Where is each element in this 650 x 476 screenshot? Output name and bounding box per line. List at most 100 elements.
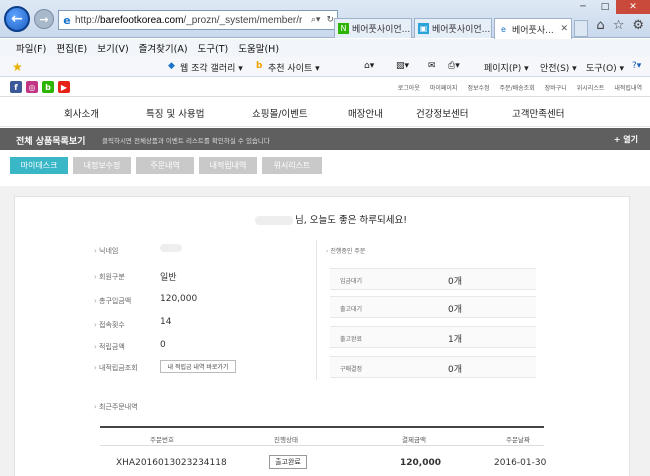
tab-orders[interactable]: 주문내역 bbox=[136, 157, 194, 174]
menu-edit[interactable]: 편집(E) bbox=[56, 41, 87, 55]
help-icon[interactable]: ?▾ bbox=[632, 61, 641, 71]
order-status-badge: 출고완료 bbox=[269, 455, 307, 469]
nav-stores[interactable]: 매장안내 bbox=[348, 106, 383, 120]
tab-points[interactable]: 내적립내역 bbox=[199, 157, 257, 174]
browser-tab-active[interactable]: e 베어풋사... ✕ bbox=[494, 18, 572, 39]
browser-tab[interactable]: ▣ 베어풋사이언... bbox=[414, 18, 492, 38]
blog-icon[interactable]: b bbox=[42, 81, 54, 93]
field-label-total-purchase: 총구입금액 bbox=[94, 296, 131, 306]
page-favicon-icon: ▣ bbox=[418, 23, 429, 34]
home-cmd-icon[interactable]: ⌂▾ bbox=[364, 61, 374, 71]
util-link-wishlist[interactable]: 위시리스트 bbox=[577, 83, 605, 92]
progress-label-shipped: 출고완료 bbox=[340, 336, 363, 343]
favorites-star-icon[interactable]: ☆ bbox=[613, 18, 625, 33]
points-history-button[interactable]: 내 적립금 내역 바로가기 bbox=[160, 360, 236, 373]
facebook-icon[interactable]: f bbox=[10, 81, 22, 93]
column-divider bbox=[316, 240, 317, 380]
nav-health[interactable]: 건강정보센터 bbox=[416, 106, 468, 120]
ie-logo-icon: e bbox=[63, 13, 71, 27]
progress-value-shipped: 1개 bbox=[448, 335, 463, 345]
field-value-total-purchase: 120,000 bbox=[160, 294, 198, 304]
product-list-bar[interactable]: 전체 상품목록보기 클릭하시면 전체상품과 이벤트 리스트를 확인하실 수 있습… bbox=[0, 128, 650, 150]
menu-bar: 파일(F) 편집(E) 보기(V) 즐겨찾기(A) 도구(T) 도움말(H) bbox=[0, 39, 650, 57]
progress-label-deposit-wait: 입금대기 bbox=[340, 278, 363, 285]
field-label-nickname: 닉네임 bbox=[94, 246, 118, 256]
tab-edit-info[interactable]: 내정보수정 bbox=[73, 157, 131, 174]
url-text[interactable]: http://barefootkorea.com/_prozn/_system/… bbox=[75, 15, 308, 26]
settings-gear-icon[interactable]: ⚙ bbox=[632, 18, 644, 33]
order-col-amount: 결제금액 bbox=[402, 436, 426, 444]
close-tab-icon[interactable]: ✕ bbox=[560, 24, 568, 34]
home-icon[interactable]: ⌂ bbox=[596, 18, 604, 33]
util-link-mypage[interactable]: 마이페이지 bbox=[430, 83, 458, 92]
address-bar[interactable]: e http://barefootkorea.com/_prozn/_syste… bbox=[58, 10, 338, 30]
menu-view[interactable]: 보기(V) bbox=[97, 41, 128, 55]
order-amount: 120,000 bbox=[400, 458, 441, 468]
utility-links: 로그아웃 마이페이지 정보수정 주문/배송조회 장바구니 위시리스트 내적립내역 bbox=[398, 83, 642, 92]
progress-value-deposit-wait: 0개 bbox=[448, 277, 463, 287]
bing-icon: b bbox=[256, 61, 263, 71]
menu-favorites[interactable]: 즐겨찾기(A) bbox=[139, 41, 188, 55]
product-bar-title: 전체 상품목록보기 bbox=[16, 137, 86, 147]
web-slice-icon: ◆ bbox=[168, 61, 175, 71]
tab-mydesk[interactable]: 마이데스크 bbox=[10, 157, 68, 174]
browser-tab[interactable]: N 베어풋사이언... bbox=[334, 18, 412, 38]
tools-menu[interactable]: 도구(O) ▾ bbox=[586, 61, 624, 74]
page-menu[interactable]: 페이지(P) ▾ bbox=[484, 61, 529, 74]
order-col-number: 주문번호 bbox=[150, 436, 174, 444]
progress-title: 진행중인 주문 bbox=[326, 246, 365, 255]
web-slice-gallery[interactable]: 웹 조각 갤러리 ▾ bbox=[180, 61, 243, 74]
print-icon[interactable]: ⎙▾ bbox=[448, 61, 460, 71]
command-bar: ★ ◆ 웹 조각 갤러리 ▾ b 추천 사이트 ▾ ⌂▾ ▧▾ ✉ ⎙▾ 페이지… bbox=[0, 57, 650, 77]
nav-features[interactable]: 특징 및 사용법 bbox=[146, 106, 204, 120]
menu-help[interactable]: 도움말(H) bbox=[238, 41, 279, 55]
forward-button[interactable]: → bbox=[34, 9, 54, 29]
search-icon[interactable]: ⌕▾ bbox=[308, 15, 324, 25]
util-link-order-lookup[interactable]: 주문/배송조회 bbox=[500, 83, 535, 92]
order-col-date: 주문날짜 bbox=[506, 436, 530, 444]
greeting: 님, 오늘도 좋은 하루되세요! bbox=[255, 212, 407, 226]
order-col-status: 진행상태 bbox=[274, 436, 298, 444]
favorites-add-icon[interactable]: ★ bbox=[12, 60, 23, 74]
mypage-tabs: 마이데스크 내정보수정 주문내역 내적립내역 위시리스트 bbox=[0, 150, 650, 186]
recent-orders-label: 최근주문내역 bbox=[94, 402, 138, 412]
safety-menu[interactable]: 안전(S) ▾ bbox=[540, 61, 577, 74]
window-controls: ─ □ ✕ bbox=[572, 0, 650, 14]
mail-icon[interactable]: ✉ bbox=[428, 61, 436, 71]
menu-file[interactable]: 파일(F) bbox=[16, 41, 46, 55]
progress-value-ship-wait: 0개 bbox=[448, 305, 463, 315]
back-button[interactable]: ← bbox=[4, 6, 30, 32]
field-label-points-lookup: 내적립금조회 bbox=[94, 363, 138, 373]
naver-favicon-icon: N bbox=[338, 23, 349, 34]
ie-favicon-icon: e bbox=[501, 24, 506, 34]
instagram-icon[interactable]: ◎ bbox=[26, 81, 38, 93]
order-date: 2016-01-30 bbox=[494, 458, 547, 468]
nav-shop[interactable]: 쇼핑몰/이벤트 bbox=[252, 106, 308, 120]
tab-wishlist[interactable]: 위시리스트 bbox=[262, 157, 322, 174]
close-window-icon[interactable]: ✕ bbox=[616, 0, 650, 14]
util-link-points[interactable]: 내적립내역 bbox=[614, 83, 642, 92]
field-label-member-type: 회원구분 bbox=[94, 272, 125, 282]
site-top-strip: f ◎ b ▶ 로그아웃 마이페이지 정보수정 주문/배송조회 장바구니 위시리… bbox=[0, 77, 650, 97]
expand-button[interactable]: + 열기 bbox=[614, 134, 638, 145]
util-link-edit-info[interactable]: 정보수정 bbox=[467, 83, 489, 92]
util-link-cart[interactable]: 장바구니 bbox=[545, 83, 567, 92]
field-value-points: 0 bbox=[160, 340, 166, 350]
progress-value-purchase-confirm: 0개 bbox=[448, 365, 463, 375]
field-label-points: 적립금액 bbox=[94, 342, 125, 352]
util-link-logout[interactable]: 로그아웃 bbox=[398, 83, 420, 92]
new-tab-button[interactable] bbox=[574, 20, 588, 37]
back-arrow-icon: ← bbox=[11, 11, 23, 27]
nav-about[interactable]: 회사소개 bbox=[64, 106, 99, 120]
minimize-icon[interactable]: ─ bbox=[572, 0, 594, 14]
suggested-sites[interactable]: 추천 사이트 ▾ bbox=[268, 61, 320, 74]
maximize-icon[interactable]: □ bbox=[594, 0, 616, 14]
nav-support[interactable]: 고객만족센터 bbox=[512, 106, 564, 120]
youtube-icon[interactable]: ▶ bbox=[58, 81, 70, 93]
forward-arrow-icon: → bbox=[39, 12, 49, 26]
menu-tools[interactable]: 도구(T) bbox=[198, 41, 229, 55]
order-number[interactable]: XHA2016013023234118 bbox=[116, 458, 227, 468]
rss-icon[interactable]: ▧▾ bbox=[396, 61, 409, 71]
field-value-member-type: 일반 bbox=[160, 273, 177, 283]
browser-right-icons: ⌂ ☆ ⚙ bbox=[596, 18, 644, 33]
